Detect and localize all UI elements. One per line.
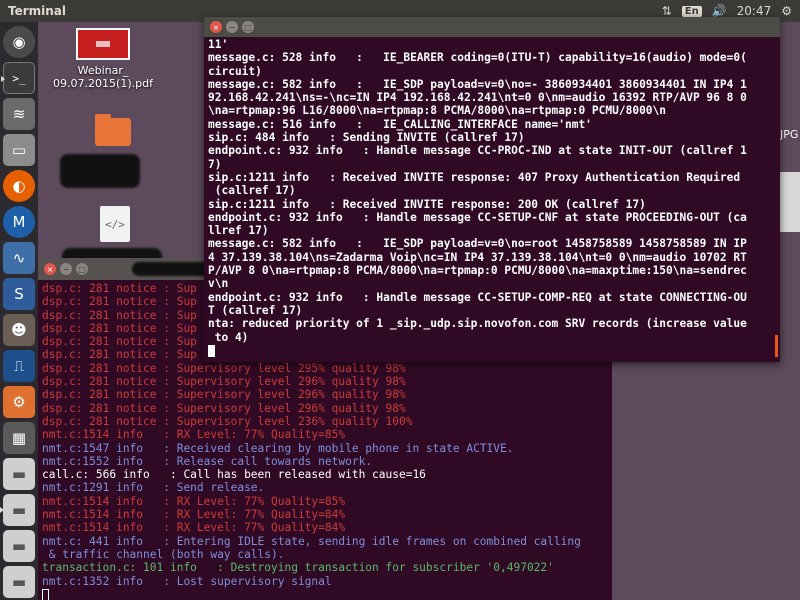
terminal-line: nmt.c: 441 info : Entering IDLE state, s… <box>42 534 581 548</box>
active-window-title: Terminal <box>8 4 67 18</box>
terminal-line: 7) <box>208 157 222 171</box>
launcher: ◉ >_ ≋ ▭ ◐ M ∿ S ☻ ⎍ ⚙ ▦ ▬ ▬ ▬ ▬ <box>0 22 38 600</box>
front-terminal-titlebar[interactable]: × − □ <box>204 17 780 37</box>
keyboard-layout-indicator[interactable]: En <box>681 5 702 17</box>
clock[interactable]: 20:47 <box>737 4 772 18</box>
terminal-line: message.c: 516 info : IE_CALLING_INTERFA… <box>208 117 592 131</box>
front-terminal-output[interactable]: 11' message.c: 528 info : IE_BEARER codi… <box>204 37 780 358</box>
terminal-line: llref 17) <box>208 224 269 238</box>
terminal-line: nta: reduced priority of 1 _sip._udp.sip… <box>208 317 747 331</box>
terminal-line: dsp.c: 281 notice : Sup <box>42 295 197 309</box>
terminal-line: endpoint.c: 932 info : Handle message CC… <box>208 144 747 158</box>
terminal-line: 11' <box>208 38 229 51</box>
minimize-icon[interactable]: − <box>60 263 72 275</box>
drive-icon-3[interactable]: ▬ <box>3 530 35 562</box>
terminal-line: dsp.c: 281 notice : Supervisory level 29… <box>42 401 406 415</box>
terminal-line: T (callref 17) <box>208 303 303 317</box>
terminal-line: circuit) <box>208 64 262 78</box>
desktop-file-pdf[interactable]: Webinar_ 09.07.2015(1).pdf <box>53 28 153 90</box>
pdf-file-icon <box>76 28 130 60</box>
terminal-line: dsp.c: 281 notice : Supervisory level 29… <box>42 375 406 389</box>
settings-gear-icon[interactable]: ⚙ <box>781 4 792 18</box>
files-icon[interactable]: ▭ <box>3 134 35 166</box>
user-photo-icon[interactable]: ☻ <box>3 314 35 346</box>
terminal-line: dsp.c: 281 notice : Sup <box>42 321 197 335</box>
terminal-cursor <box>208 344 215 357</box>
remmina-icon[interactable]: S <box>3 278 35 310</box>
oscilloscope-icon[interactable]: ⎍ <box>3 350 35 382</box>
terminal-line: P/AVP 8 0\na=rtpmap:8 PCMA/8000\na=rtpma… <box>208 264 747 278</box>
maximize-icon[interactable]: □ <box>76 263 88 275</box>
terminal-line: message.c: 582 info : IE_SDP payload=v=0… <box>208 237 747 251</box>
terminal-line: nmt.c:1552 info : Release call towards n… <box>42 454 373 468</box>
folder-icon <box>95 114 131 146</box>
terminal-line: dsp.c: 281 notice : Sup <box>42 308 197 322</box>
terminal-line: dsp.c: 281 notice : Supervisory level 29… <box>42 361 406 375</box>
drive-icon-1[interactable]: ▬ <box>3 458 35 490</box>
redaction-blot <box>60 154 140 188</box>
minimize-icon[interactable]: − <box>226 21 238 33</box>
terminal-line: to 4) <box>208 330 249 344</box>
terminal-line: & traffic channel (both way calls). <box>42 547 285 561</box>
volume-icon[interactable]: 🔊 <box>712 4 727 18</box>
terminal-line: \na=rtpmap:96 L16/8000\na=rtpmap:8 PCMA/… <box>208 104 667 118</box>
terminal-cursor <box>42 588 49 600</box>
terminal-scrollbar[interactable] <box>775 335 778 357</box>
terminal-window-front[interactable]: × − □ 11' message.c: 528 info : IE_BEARE… <box>204 17 780 362</box>
desktop-html-file[interactable]: </> <box>70 206 160 242</box>
mc-app-icon[interactable]: M <box>3 206 35 238</box>
terminal-line: call.c: 566 info : Call has been release… <box>42 468 426 482</box>
terminal-line: nmt.c:1514 info : RX Level: 77% Quality=… <box>42 521 346 535</box>
desktop-folder[interactable] <box>68 114 158 146</box>
code-file-icon: </> <box>100 206 130 242</box>
maximize-icon[interactable]: □ <box>242 21 254 33</box>
terminal-line: nmt.c:1514 info : RX Level: 77% Quality=… <box>42 508 346 522</box>
terminal-launcher-icon[interactable]: >_ <box>1 62 35 94</box>
terminal-line: (callref 17) <box>208 184 296 198</box>
terminal-line: message.c: 528 info : IE_BEARER coding=0… <box>208 51 747 65</box>
terminal-line: sip.c:1211 info : Received INVITE respon… <box>208 170 741 184</box>
terminal-line: dsp.c: 281 notice : Sup <box>42 335 197 349</box>
desktop-file-label: Webinar_ 09.07.2015(1).pdf <box>53 64 153 90</box>
drive-icon-4[interactable]: ▬ <box>3 566 35 598</box>
side-image-icon <box>780 172 800 232</box>
terminal-line: nmt.c:1514 info : RX Level: 77% Quality=… <box>42 428 346 442</box>
workspace-switcher-icon[interactable]: ▦ <box>3 422 35 454</box>
wifi-tool-icon[interactable]: ≋ <box>3 98 35 130</box>
terminal-line: sip.c: 484 info : Sending INVITE (callre… <box>208 131 525 145</box>
desktop-side-label: JPG <box>780 128 799 141</box>
terminal-line: dsp.c: 281 notice : Sup <box>42 282 197 295</box>
terminal-line: message.c: 582 info : IE_SDP payload=v=0… <box>208 77 747 91</box>
terminal-line: 92.168.42.241\ns=-\nc=IN IP4 192.168.42.… <box>208 91 747 105</box>
close-icon[interactable]: × <box>210 21 222 33</box>
gnuradio-icon[interactable]: ⚙ <box>3 386 35 418</box>
terminal-line: endpoint.c: 932 info : Handle message CC… <box>208 290 747 304</box>
terminal-line: transaction.c: 101 info : Destroying tra… <box>42 561 554 575</box>
terminal-line: 4 37.139.38.104\ns=Zadarma Voip\nc=IN IP… <box>208 250 747 264</box>
waveform-app-icon[interactable]: ∿ <box>3 242 35 274</box>
terminal-line: nmt.c:1547 info : Received clearing by m… <box>42 441 514 455</box>
drive-icon-2[interactable]: ▬ <box>0 494 35 526</box>
terminal-line: nmt.c:1514 info : RX Level: 77% Quality=… <box>42 494 346 508</box>
terminal-line: v\n <box>208 277 229 291</box>
terminal-line: sip.c:1211 info : Received INVITE respon… <box>208 197 646 211</box>
close-icon[interactable]: × <box>44 263 56 275</box>
terminal-line: dsp.c: 281 notice : Sup <box>42 348 197 362</box>
terminal-line: nmt.c:1291 info : Send release. <box>42 481 265 495</box>
firefox-icon[interactable]: ◐ <box>3 170 35 202</box>
terminal-line: nmt.c:1352 info : Lost supervisory signa… <box>42 574 332 588</box>
network-icon[interactable]: ⇅ <box>662 4 672 18</box>
terminal-line: dsp.c: 281 notice : Supervisory level 23… <box>42 414 413 428</box>
terminal-line: dsp.c: 281 notice : Supervisory level 29… <box>42 388 406 402</box>
terminal-line: endpoint.c: 932 info : Handle message CC… <box>208 210 747 224</box>
dash-home-icon[interactable]: ◉ <box>3 26 35 58</box>
